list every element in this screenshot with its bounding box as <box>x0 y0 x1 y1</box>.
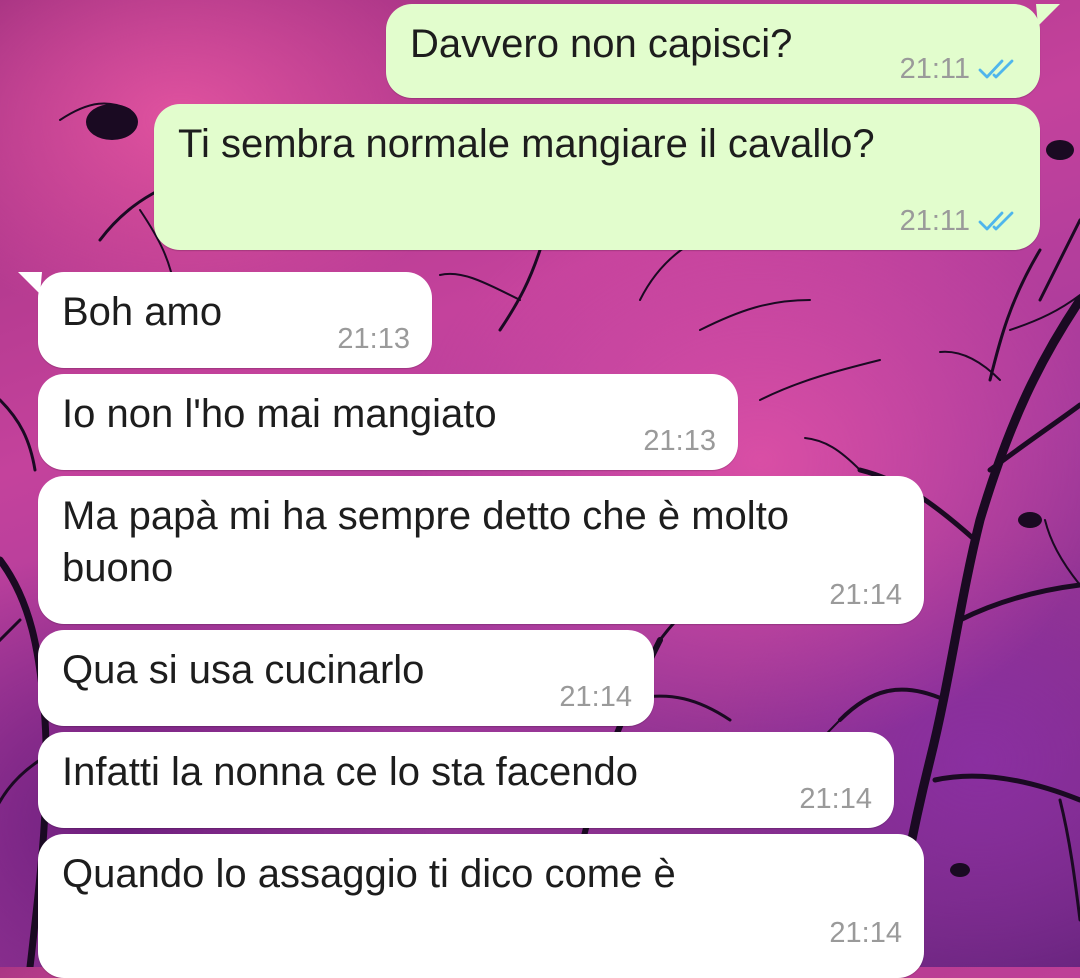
message-meta: 21:13 <box>337 322 410 356</box>
message-text: Davvero non capisci? <box>410 22 793 66</box>
double-check-icon <box>978 57 1018 81</box>
message-text: Infatti la nonna ce lo sta facendo <box>62 750 638 794</box>
message-text: Io non l'ho mai mangiato <box>62 392 497 436</box>
message-time: 21:13 <box>643 425 716 457</box>
bubble-tail-outgoing <box>1036 4 1060 26</box>
message-meta: 21:14 <box>829 578 902 612</box>
message-meta: 21:14 <box>559 680 632 714</box>
incoming-message[interactable]: Boh amo 21:13 <box>18 272 432 368</box>
incoming-message[interactable]: Ma papà mi ha sempre detto che è molto b… <box>38 476 924 624</box>
message-meta: 21:13 <box>643 424 716 458</box>
double-check-icon <box>978 209 1018 233</box>
message-time: 21:11 <box>899 205 970 237</box>
message-meta: 21:14 <box>829 916 902 950</box>
message-meta: 21:14 <box>799 782 872 816</box>
message-time: 21:14 <box>829 579 902 611</box>
message-text: Qua si usa cucinarlo <box>62 648 425 692</box>
outgoing-message[interactable]: Davvero non capisci? 21:11 <box>386 4 1060 98</box>
incoming-message[interactable]: Infatti la nonna ce lo sta facendo 21:14 <box>38 732 894 828</box>
bubble-tail-incoming <box>18 272 42 294</box>
message-text: Quando lo assaggio ti dico come è <box>62 852 676 896</box>
message-time: 21:13 <box>337 323 410 355</box>
incoming-message[interactable]: Io non l'ho mai mangiato 21:13 <box>38 374 738 470</box>
message-text: Boh amo <box>62 290 223 334</box>
message-time: 21:11 <box>899 53 970 85</box>
message-text: Ti sembra normale mangiare il cavallo? <box>178 122 875 166</box>
message-meta: 21:11 <box>900 52 1018 86</box>
message-text: Ma papà mi ha sempre detto che è molto b… <box>62 494 790 590</box>
message-time: 21:14 <box>559 681 632 713</box>
incoming-message[interactable]: Quando lo assaggio ti dico come è 21:14 <box>38 834 924 978</box>
message-time: 21:14 <box>829 917 902 949</box>
outgoing-message[interactable]: Ti sembra normale mangiare il cavallo? 2… <box>154 104 1040 250</box>
incoming-message[interactable]: Qua si usa cucinarlo 21:14 <box>38 630 654 726</box>
message-meta: 21:11 <box>900 204 1018 238</box>
message-time: 21:14 <box>799 783 872 815</box>
